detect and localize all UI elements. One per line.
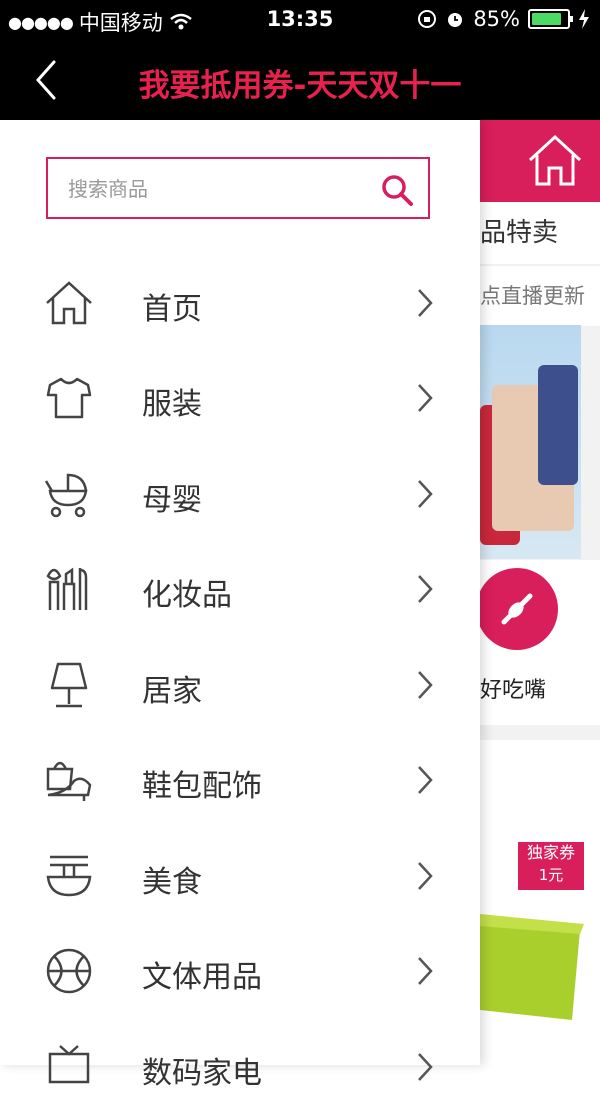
background-page[interactable]: 品特卖 点直播更新 好吃嘴 独家券 1元 [480, 120, 600, 1065]
food-bowl-icon [44, 851, 94, 901]
menu-item-label: 化妆品 [142, 578, 232, 613]
bag-shoe-icon [44, 755, 94, 805]
coupon-amount: 1元 [538, 866, 564, 884]
menu-item-cosmetics[interactable]: 化妆品 [0, 542, 480, 637]
menu-item-baby[interactable]: 母婴 [0, 447, 480, 542]
menu-item-label: 美食 [142, 865, 202, 900]
alarm-icon [445, 9, 465, 29]
coupon-badge: 独家券 1元 [518, 842, 584, 890]
rotation-lock-icon [417, 9, 437, 29]
menu-item-label: 鞋包配饰 [142, 769, 262, 804]
side-drawer: 首页 服装 母婴 化妆品 居家 鞋包配饰 [0, 120, 480, 1091]
stroller-icon [44, 469, 94, 519]
menu-item-label: 母婴 [142, 483, 202, 518]
chevron-right-icon [412, 668, 438, 702]
menu-item-home[interactable]: 首页 [0, 256, 480, 351]
chevron-right-icon [412, 1050, 438, 1084]
status-right: 85% [417, 7, 590, 31]
menu-item-label: 服装 [142, 387, 202, 422]
search-box[interactable] [46, 157, 430, 219]
chevron-right-icon [412, 763, 438, 797]
coupon-title: 独家券 [526, 843, 575, 862]
food-category-label: 好吃嘴 [480, 678, 547, 703]
lamp-icon [44, 660, 94, 710]
home-icon [44, 278, 94, 328]
suitcase-product-image[interactable] [480, 325, 581, 559]
menu-item-sports-stationery[interactable]: 文体用品 [0, 924, 480, 1019]
chevron-right-icon [412, 286, 438, 320]
ball-icon [44, 946, 94, 996]
tshirt-icon [44, 373, 94, 423]
nav-bar: 我要抵用券-天天双十一 [0, 40, 600, 120]
chevron-right-icon [412, 572, 438, 606]
menu-item-home-living[interactable]: 居家 [0, 638, 480, 733]
background-live-text: 点直播更新 [480, 266, 600, 326]
search-icon[interactable] [380, 173, 414, 207]
battery-percent: 85% [473, 7, 520, 31]
tv-icon [44, 1042, 94, 1092]
background-product-card[interactable]: 独家券 1元 [480, 740, 600, 1065]
search-input[interactable] [66, 159, 370, 219]
basket-product-image [480, 914, 584, 1020]
menu-item-label: 居家 [142, 674, 202, 709]
cosmetics-icon [44, 564, 94, 614]
chevron-right-icon [412, 859, 438, 893]
battery-icon [528, 9, 573, 29]
menu-item-clothing[interactable]: 服装 [0, 351, 480, 446]
home-button[interactable] [526, 132, 584, 190]
menu-item-food[interactable]: 美食 [0, 829, 480, 924]
page-title: 我要抵用券-天天双十一 [138, 68, 462, 104]
charging-icon [578, 9, 590, 29]
chevron-right-icon [412, 381, 438, 415]
food-category-icon [480, 568, 558, 650]
chevron-right-icon [412, 477, 438, 511]
menu-item-label: 文体用品 [142, 960, 262, 995]
menu-item-label: 数码家电 [142, 1056, 262, 1091]
background-header [480, 120, 600, 202]
home-icon [528, 134, 582, 186]
menu-item-digital[interactable]: 数码家电 [0, 1020, 480, 1115]
food-category-entry[interactable]: 好吃嘴 [480, 560, 600, 725]
status-bar: ●●●●● 中国移动 13:35 85% [0, 0, 600, 40]
menu-item-shoes-bags[interactable]: 鞋包配饰 [0, 733, 480, 828]
background-section-title: 品特卖 [480, 202, 600, 264]
chevron-right-icon [412, 954, 438, 988]
menu-item-label: 首页 [142, 292, 202, 327]
